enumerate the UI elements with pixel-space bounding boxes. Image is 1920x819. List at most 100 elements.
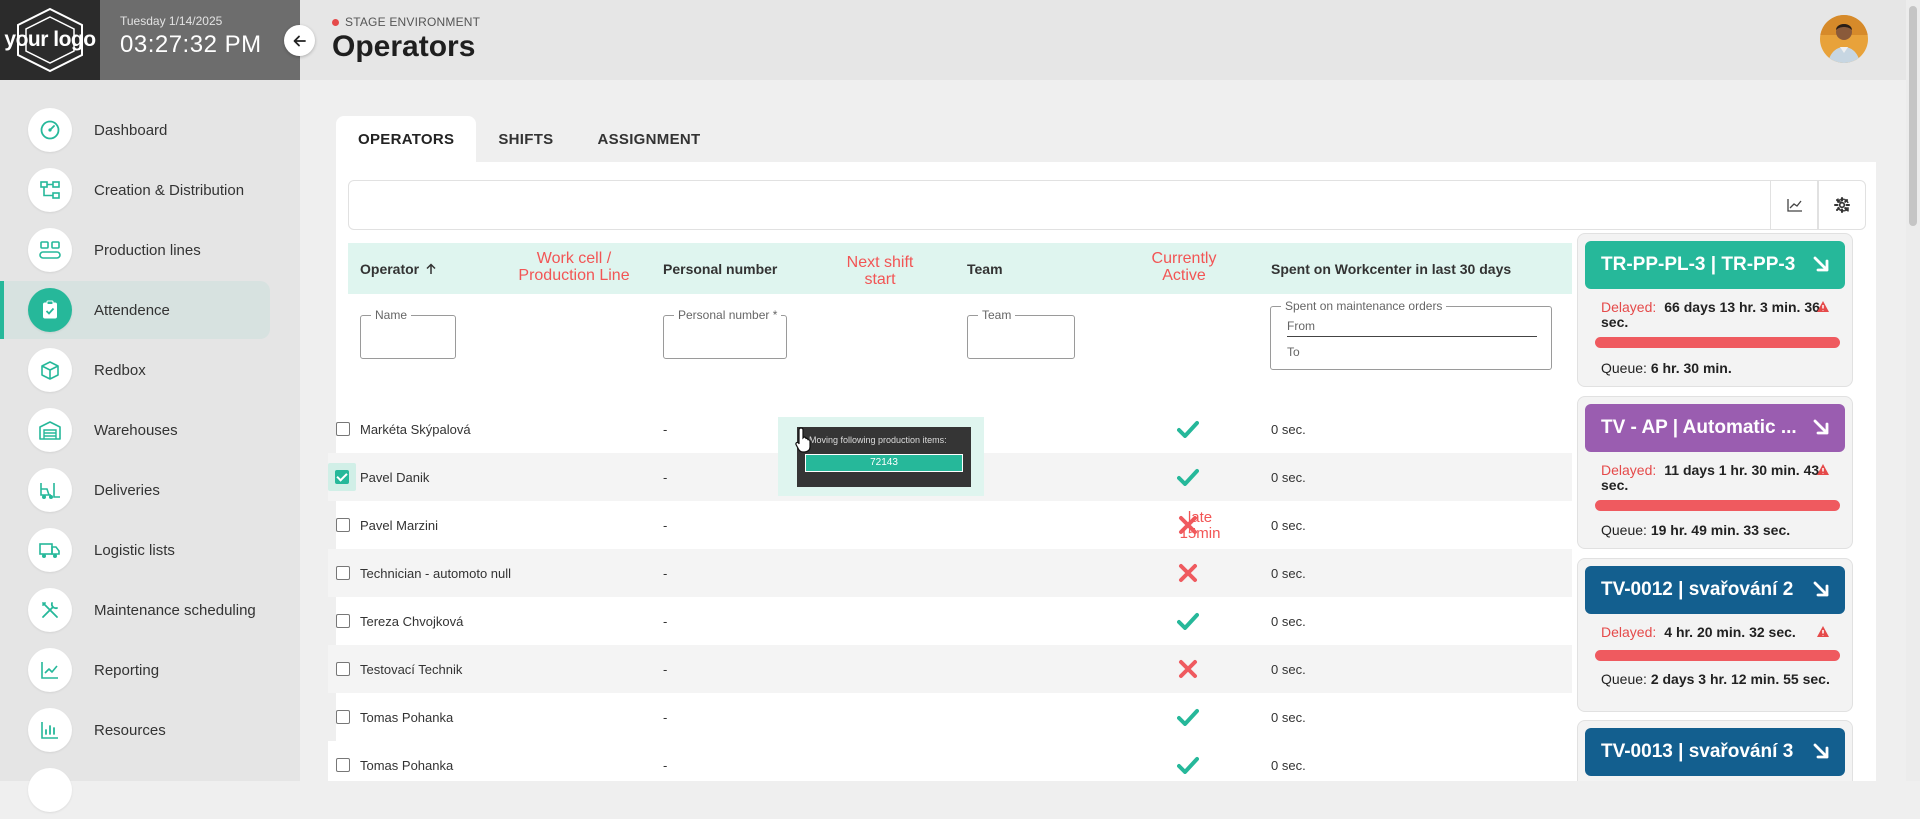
row-checkbox[interactable] (336, 566, 350, 580)
inactive-cross-icon (1174, 655, 1202, 683)
production-item-chip[interactable]: 72143 (805, 454, 963, 472)
warning-icon (1817, 301, 1829, 312)
personal-number: - (663, 565, 668, 581)
user-avatar[interactable] (1820, 15, 1868, 63)
workcenter-title: TV-0013 | svařování 3 (1601, 741, 1794, 762)
sidebar-item-label: Logistic lists (94, 541, 175, 559)
settings-button[interactable] (1817, 181, 1865, 229)
to-input[interactable]: To (1287, 345, 1300, 359)
workcenter-card[interactable]: TV-0012 | svařování 2 Delayed: 4 hr. 20 m… (1577, 558, 1853, 712)
sidebar-item-dashboard[interactable]: Dashboard (0, 101, 270, 159)
workcenter-card-header[interactable]: TV-0012 | svařování 2 (1585, 566, 1845, 614)
workcenter-card[interactable]: TV-0013 | svařování 3 (1577, 720, 1853, 781)
tab-operators[interactable]: OPERATORS (336, 116, 477, 162)
trend-chart-icon (1786, 199, 1802, 212)
row-checkbox[interactable] (336, 614, 350, 628)
sidebar-item-logistic-lists[interactable]: Logistic lists (0, 521, 270, 579)
tools-icon (28, 588, 72, 632)
sidebar-item-redbox[interactable]: Redbox (0, 341, 270, 399)
box-icon (28, 348, 72, 392)
spent-time: 0 sec. (1271, 709, 1306, 725)
sidebar-item-deliveries[interactable]: Deliveries (0, 461, 270, 519)
sidebar-item-maintenance-scheduling[interactable]: Maintenance scheduling (0, 581, 270, 639)
sidebar-item-reporting[interactable]: Reporting (0, 641, 270, 699)
queue-info: Queue: 6 hr. 30 min. (1601, 361, 1836, 376)
toolbar (348, 180, 1866, 230)
row-checkbox[interactable] (336, 518, 350, 532)
sidebar-item-label: Production lines (94, 241, 201, 259)
delayed-label: Delayed: (1601, 462, 1657, 478)
drag-tooltip: Moving following production items: 72143 (797, 427, 971, 487)
workcenter-card-header[interactable]: TV - AP | Automatic ... (1585, 404, 1845, 452)
delay-info: Delayed: 11 days 1 hr. 30 min. 43 sec. (1601, 463, 1831, 493)
page-scrollbar[interactable] (1906, 0, 1920, 781)
row-checkbox-checked[interactable] (328, 463, 356, 491)
table-row[interactable]: Pavel Marzini - 0 sec. (328, 501, 1572, 549)
active-check-icon (1174, 607, 1202, 635)
operator-name: Pavel Danik (360, 469, 430, 485)
collapse-sidebar-button[interactable] (284, 25, 315, 56)
warning-icon (1817, 464, 1829, 475)
operator-name: Markéta Skýpalová (360, 421, 471, 437)
name-filter-field[interactable]: Name (360, 308, 456, 359)
personal-number: - (663, 517, 668, 533)
sidebar-item-production-lines[interactable]: Production lines (0, 221, 270, 279)
status-dot-icon (332, 18, 339, 26)
row-checkbox[interactable] (336, 422, 350, 436)
row-checkbox[interactable] (336, 662, 350, 676)
team-filter-field[interactable]: Team (967, 308, 1075, 359)
sidebar-item-warehouses[interactable]: Warehouses (0, 401, 270, 459)
column-header-operator[interactable]: Operator (360, 243, 437, 294)
trend-chart-icon (28, 648, 72, 692)
workcenter-card-header[interactable]: TV-0013 | svařování 3 (1585, 728, 1845, 776)
top-bar: STAGE ENVIRONMENT Operators (300, 0, 1920, 80)
sidebar-item-creation-distribution[interactable]: Creation & Distribution (0, 161, 270, 219)
personal-number: - (663, 709, 668, 725)
workcenter-title: TV - AP | Automatic ... (1601, 417, 1797, 438)
row-checkbox[interactable] (336, 710, 350, 724)
column-header-spent[interactable]: Spent on Workcenter in last 30 days (1271, 243, 1511, 294)
row-checkbox[interactable] (336, 758, 350, 772)
table-row[interactable]: Tomas Pohanka - 0 sec. (328, 741, 1572, 781)
tab-shifts[interactable]: SHIFTS (476, 116, 575, 162)
arrow-down-right-icon (1813, 419, 1829, 435)
workcenter-card[interactable]: TR-PP-PL-3 | TR-PP-3 Delayed: 66 days 13 … (1577, 233, 1853, 387)
column-header-personal-number[interactable]: Personal number (663, 243, 777, 294)
logo[interactable]: your logo (0, 0, 100, 80)
workcenter-card[interactable]: TV - AP | Automatic ... Delayed: 11 days … (1577, 396, 1853, 549)
from-input[interactable]: From (1287, 319, 1537, 337)
annotation-currently-active: Currently Active (1151, 250, 1217, 284)
operator-name: Technician - automoto null (360, 565, 512, 581)
sidebar-item-label: Dashboard (94, 121, 168, 139)
delayed-value: 4 hr. 20 min. 32 sec. (1664, 624, 1796, 640)
personal-number-filter-field[interactable]: Personal number * (663, 308, 787, 359)
speedometer-icon (28, 108, 72, 152)
environment-indicator: STAGE ENVIRONMENT (332, 15, 480, 29)
tab-assignment[interactable]: ASSIGNMENT (575, 116, 722, 162)
spent-time: 0 sec. (1271, 661, 1306, 677)
workcenter-card-header[interactable]: TR-PP-PL-3 | TR-PP-3 (1585, 241, 1845, 289)
personal-number: - (663, 613, 668, 629)
table-row[interactable]: Technician - automoto null - 0 sec. (328, 549, 1572, 597)
sidebar-item-resources[interactable]: Resources (0, 701, 270, 759)
logo-text: your logo (4, 28, 96, 51)
warehouse-icon (28, 408, 72, 452)
queue-value: 2 days 3 hr. 12 min. 55 sec. (1650, 671, 1830, 687)
table-row[interactable]: Tomas Pohanka - 0 sec. (328, 693, 1572, 741)
sidebar-item-more[interactable] (0, 761, 270, 819)
table-row[interactable]: Tereza Chvojková - 0 sec. (328, 597, 1572, 645)
sidebar-item-attendence[interactable]: Attendence (0, 281, 270, 339)
chart-button[interactable] (1770, 181, 1818, 229)
sidebar-item-label: Maintenance scheduling (94, 601, 256, 619)
page-title: Operators (332, 30, 476, 63)
tab-bar: OPERATORS SHIFTS ASSIGNMENT (336, 116, 722, 162)
personal-number: - (663, 469, 668, 485)
workcenter-title: TV-0012 | svařování 2 (1601, 579, 1794, 600)
queue-info: Queue: 2 days 3 hr. 12 min. 55 sec. (1601, 672, 1836, 687)
column-header-team[interactable]: Team (967, 243, 1003, 294)
scrollbar-thumb[interactable] (1909, 6, 1917, 226)
spent-time: 0 sec. (1271, 613, 1306, 629)
flow-icon (28, 168, 72, 212)
table-row[interactable]: Testovací Technik - 0 sec. (328, 645, 1572, 693)
delayed-label: Delayed: (1601, 299, 1657, 315)
